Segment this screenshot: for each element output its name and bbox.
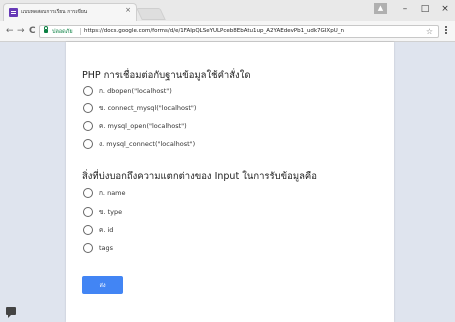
- divider: [80, 28, 81, 35]
- question-title: PHP การเชื่อมต่อกับฐานข้อมูลใช้คำสั่งใด: [82, 70, 251, 81]
- option-label: ค. id: [99, 226, 114, 234]
- back-icon[interactable]: ←: [6, 25, 14, 37]
- minimize-button[interactable]: –: [396, 3, 414, 15]
- user-profile-icon[interactable]: ▲: [374, 3, 387, 14]
- close-window-button[interactable]: ×: [436, 3, 454, 15]
- browser-toolbar: ← → C ปลอดภัย https://docs.google.com/fo…: [0, 21, 455, 42]
- lock-icon: [44, 26, 48, 33]
- option-label: ง. mysql_connect("localhost"): [99, 140, 196, 148]
- question-title: สิ่งที่บ่งบอกถึงความแตกต่างของ Input ในก…: [82, 171, 317, 182]
- radio-button[interactable]: [83, 121, 93, 131]
- radio-button[interactable]: [83, 139, 93, 149]
- form-card: PHP การเชื่อมต่อกับฐานข้อมูลใช้คำสั่งใด …: [66, 42, 394, 322]
- google-forms-icon: [9, 8, 18, 17]
- tab-title: แบบทดสอบการเรียน การเขียน: [21, 9, 88, 15]
- radio-button[interactable]: [83, 188, 93, 198]
- option-label: ค. mysql_open("localhost"): [99, 122, 187, 130]
- browser-tab[interactable]: แบบทดสอบการเรียน การเขียน ×: [3, 3, 137, 21]
- new-tab-button[interactable]: [136, 8, 166, 20]
- reload-icon[interactable]: C: [29, 25, 36, 37]
- address-bar[interactable]: ปลอดภัย https://docs.google.com/forms/d/…: [39, 25, 439, 38]
- security-label: ปลอดภัย: [52, 29, 73, 35]
- url-text[interactable]: https://docs.google.com/forms/d/e/1FAIpQ…: [84, 28, 414, 34]
- option-label: ก. name: [99, 189, 126, 197]
- radio-button[interactable]: [83, 103, 93, 113]
- maximize-button[interactable]: □: [416, 3, 434, 15]
- radio-button[interactable]: [83, 207, 93, 217]
- radio-button[interactable]: [83, 243, 93, 253]
- browser-menu-icon[interactable]: [445, 26, 447, 28]
- option-label: ข. connect_mysql("localhost"): [99, 104, 197, 112]
- submit-button[interactable]: ส่ง: [82, 276, 123, 294]
- option-label: ข. type: [99, 208, 123, 216]
- browser-titlebar: แบบทดสอบการเรียน การเขียน × ▲ – □ ×: [0, 0, 455, 21]
- tab-close-icon[interactable]: ×: [125, 7, 131, 14]
- option-label: ก. dbopen("localhost"): [99, 87, 172, 95]
- forward-icon[interactable]: →: [17, 25, 25, 37]
- feedback-icon[interactable]: [6, 307, 16, 318]
- option-label: tags: [99, 244, 114, 252]
- page-viewport: PHP การเชื่อมต่อกับฐานข้อมูลใช้คำสั่งใด …: [0, 42, 455, 322]
- radio-button[interactable]: [83, 86, 93, 96]
- bookmark-star-icon[interactable]: ☆: [426, 26, 433, 37]
- radio-button[interactable]: [83, 225, 93, 235]
